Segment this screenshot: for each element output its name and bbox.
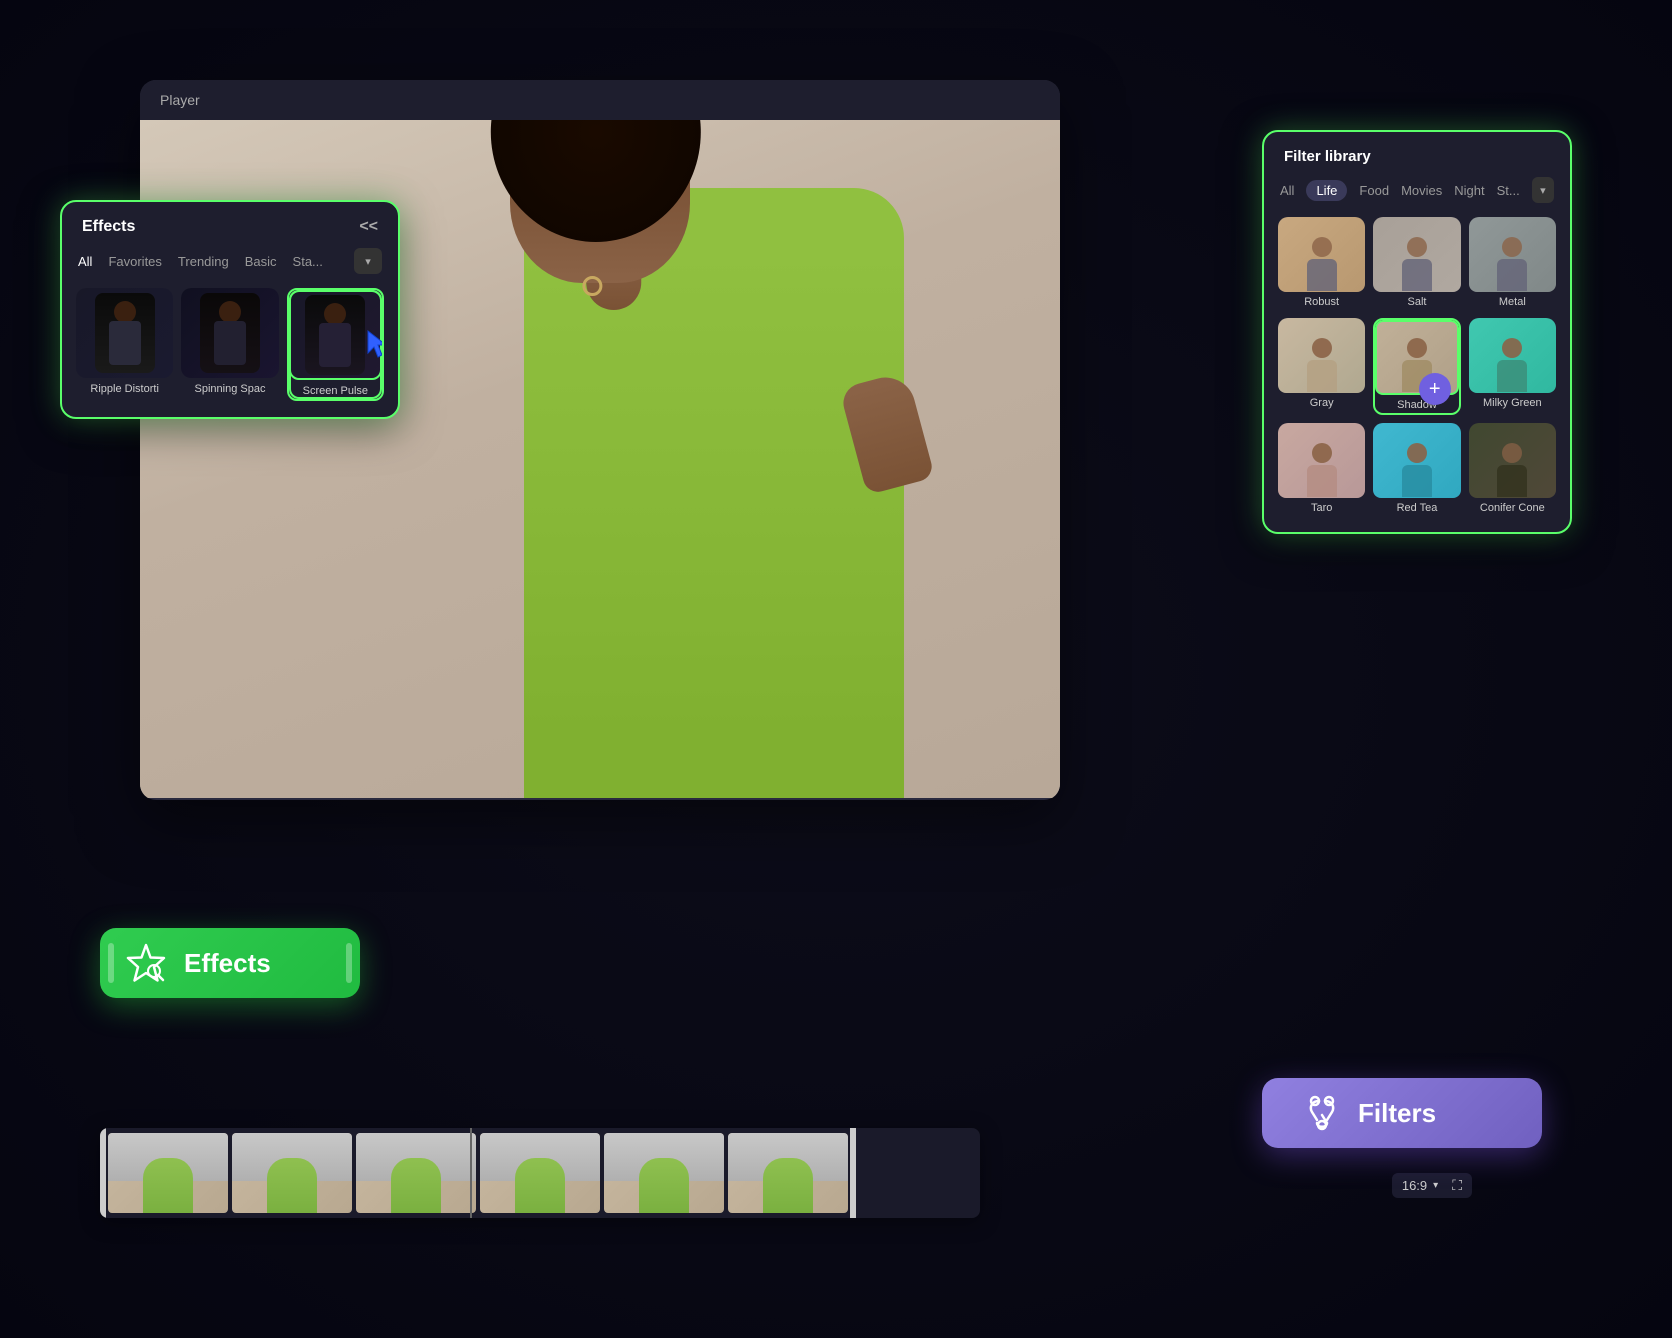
thumb-person-3: [391, 1158, 441, 1213]
earring: [582, 276, 602, 296]
effects-tabs: All Favorites Trending Basic Sta... ▾: [62, 248, 398, 288]
timeline-thumb-4: [480, 1133, 600, 1213]
effects-tab-sta[interactable]: Sta...: [293, 254, 323, 269]
effect-label-ripple: Ripple Distorti: [76, 378, 173, 397]
filter-label-gray: Gray: [1278, 393, 1365, 411]
thumb-person-2: [267, 1158, 317, 1213]
effect-label-spinning: Spinning Spac: [181, 378, 278, 397]
recycle-icon: [1302, 1093, 1342, 1133]
filter-label-milkygreen: Milky Green: [1469, 393, 1556, 411]
thumb-person-6: [763, 1158, 813, 1213]
filter-item-shadow[interactable]: + Shadow: [1373, 318, 1460, 415]
thumb-person-1: [143, 1158, 193, 1213]
filter-label-salt: Salt: [1373, 292, 1460, 310]
filter-item-redtea[interactable]: Red Tea: [1373, 423, 1460, 516]
filter-item-gray[interactable]: Gray: [1278, 318, 1365, 415]
effects-dropdown-btn[interactable]: ▾: [354, 248, 382, 274]
filters-pill-text: Filters: [1358, 1098, 1436, 1129]
effect-label-screenpulse: Screen Pulse: [289, 380, 382, 399]
thumb-person-4: [515, 1158, 565, 1213]
aspect-ratio-badge[interactable]: 16:9 ▾ ⛶: [1392, 1173, 1472, 1198]
filter-tab-st[interactable]: St...: [1497, 183, 1520, 198]
effects-tab-favorites[interactable]: Favorites: [108, 254, 161, 269]
filter-item-robust[interactable]: Robust: [1278, 217, 1365, 310]
filter-label-taro: Taro: [1278, 498, 1365, 516]
filter-tab-food[interactable]: Food: [1359, 183, 1389, 198]
filter-item-taro[interactable]: Taro: [1278, 423, 1365, 516]
effects-pill-handle-left: [108, 943, 114, 983]
aspect-ratio-label: 16:9: [1402, 1178, 1427, 1193]
filters-label-pill[interactable]: Filters: [1262, 1078, 1542, 1148]
effects-collapse-btn[interactable]: <<: [359, 218, 378, 236]
effect-item-ripple[interactable]: Ripple Distorti: [76, 288, 173, 401]
timeline-handle-right[interactable]: [850, 1128, 856, 1218]
timeline-strip: [100, 1128, 980, 1218]
player-title: Player: [160, 92, 200, 108]
filter-item-metal[interactable]: Metal: [1469, 217, 1556, 310]
timeline-playhead: [470, 1128, 472, 1218]
aspect-ratio-chevron: ▾: [1433, 1180, 1438, 1191]
effects-panel-header: Effects <<: [62, 202, 398, 248]
effects-grid: Ripple Distorti Spinning Spac: [62, 288, 398, 417]
effects-panel: Effects << All Favorites Trending Basic …: [60, 200, 400, 419]
effects-pill-text: Effects: [184, 948, 271, 979]
effects-tab-basic[interactable]: Basic: [245, 254, 277, 269]
filter-label-conifer: Conifer Cone: [1469, 498, 1556, 516]
timeline-thumb-1: [108, 1133, 228, 1213]
filter-item-conifer[interactable]: Conifer Cone: [1469, 423, 1556, 516]
timeline-thumb-5: [604, 1133, 724, 1213]
effects-tab-trending[interactable]: Trending: [178, 254, 229, 269]
filter-item-salt[interactable]: Salt: [1373, 217, 1460, 310]
timeline-thumb-3: [356, 1133, 476, 1213]
timeline-thumb-2: [232, 1133, 352, 1213]
filter-tab-movies[interactable]: Movies: [1401, 183, 1442, 198]
filter-grid: Robust Salt Metal Gray + Shadow: [1264, 217, 1570, 532]
effect-item-screenpulse[interactable]: Screen Pulse: [287, 288, 384, 401]
cursor-arrow: [366, 329, 384, 364]
filter-panel-header: Filter library: [1264, 132, 1570, 177]
filter-tab-all[interactable]: All: [1280, 183, 1294, 198]
filter-dropdown-btn[interactable]: ▾: [1532, 177, 1554, 203]
effect-item-spinning[interactable]: Spinning Spac: [181, 288, 278, 401]
player-panel: Player: [140, 80, 1060, 800]
filter-add-button[interactable]: +: [1419, 373, 1451, 405]
thumb-person-5: [639, 1158, 689, 1213]
effects-pill-handle-right: [346, 943, 352, 983]
filter-item-milkygreen[interactable]: Milky Green: [1469, 318, 1556, 415]
filter-tabs: All Life Food Movies Night St... ▾: [1264, 177, 1570, 217]
timeline-handle-left[interactable]: [100, 1128, 106, 1218]
filter-panel-title: Filter library: [1284, 148, 1371, 165]
filter-panel: Filter library All Life Food Movies Nigh…: [1262, 130, 1572, 534]
player-header: Player: [140, 80, 1060, 120]
fullscreen-icon[interactable]: ⛶: [1452, 1177, 1462, 1194]
star-icon: [124, 941, 168, 985]
timeline-thumb-6: [728, 1133, 848, 1213]
effects-panel-title: Effects: [82, 218, 135, 236]
filter-label-redtea: Red Tea: [1373, 498, 1460, 516]
effects-label-pill[interactable]: Effects: [100, 928, 360, 998]
filter-tab-night[interactable]: Night: [1454, 183, 1484, 198]
effects-tab-all[interactable]: All: [78, 254, 92, 269]
filter-tab-life[interactable]: Life: [1306, 180, 1347, 201]
filter-label-metal: Metal: [1469, 292, 1556, 310]
filter-label-robust: Robust: [1278, 292, 1365, 310]
